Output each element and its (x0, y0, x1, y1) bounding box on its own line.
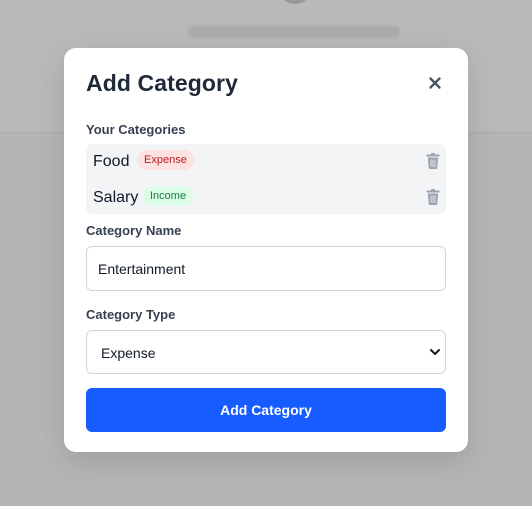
categories-label: Your Categories (86, 122, 186, 137)
category-name: Salary (93, 189, 139, 206)
category-item-salary: Salary Income (86, 180, 446, 214)
category-item-food: Food Expense (86, 144, 446, 178)
add-category-modal: Add Category Your Categories Food Expens… (64, 48, 468, 452)
category-name-label: Category Name (86, 223, 182, 238)
modal-title: Add Category (86, 70, 238, 96)
category-type-badge: Expense (137, 150, 194, 170)
category-type-badge: Income (143, 186, 194, 206)
chevron-down-icon (429, 347, 441, 357)
close-icon (429, 77, 441, 89)
delete-category-button[interactable] (426, 153, 440, 169)
trash-icon (426, 189, 440, 205)
add-category-button[interactable]: Add Category (86, 388, 446, 432)
category-type-select[interactable]: Expense (86, 330, 446, 374)
category-type-label: Category Type (86, 307, 176, 322)
close-button[interactable] (426, 74, 444, 92)
category-list: Food Expense Salary Income (86, 144, 446, 214)
category-name: Food (93, 153, 130, 170)
trash-icon (426, 153, 440, 169)
category-type-selected: Expense (101, 345, 156, 361)
delete-category-button[interactable] (426, 189, 440, 205)
category-name-input[interactable] (86, 246, 446, 291)
